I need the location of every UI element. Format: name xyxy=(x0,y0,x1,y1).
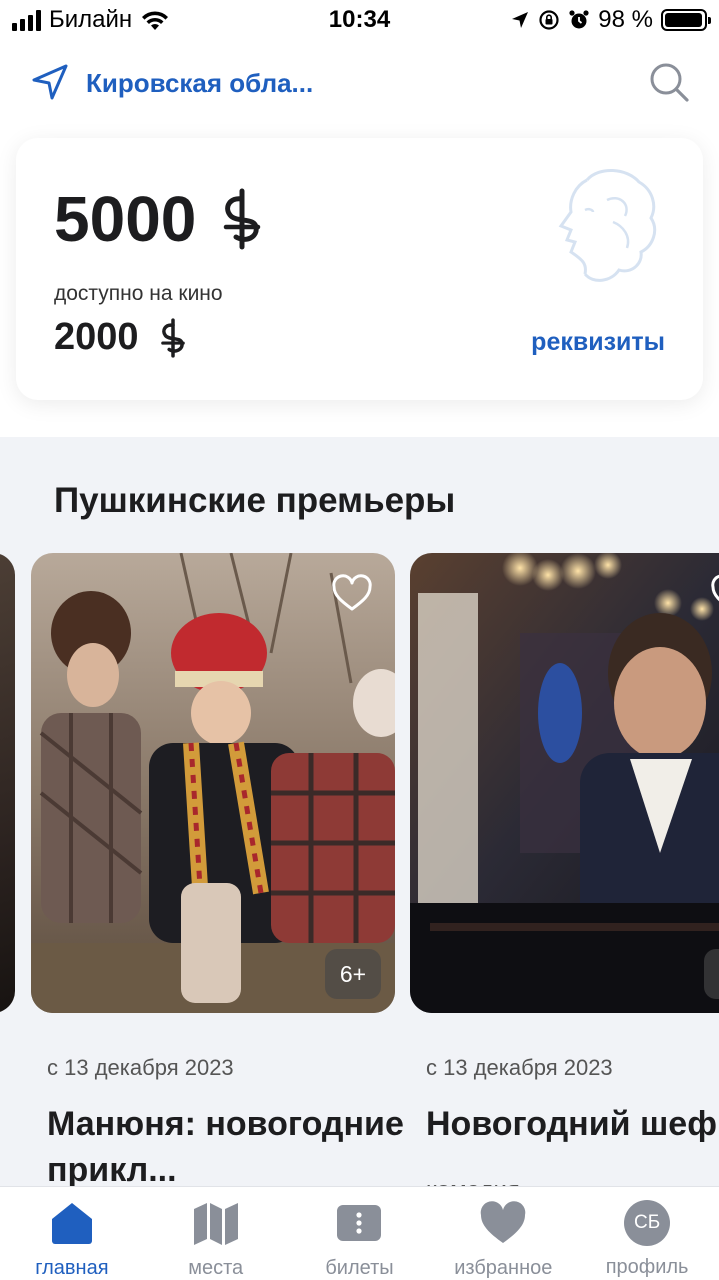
location-header: Кировская обла... xyxy=(0,56,719,108)
tab-places[interactable]: места xyxy=(144,1187,288,1280)
favorite-heart-icon[interactable] xyxy=(331,573,373,615)
premieres-carousel[interactable]: 6+ с 13 декабря 2023 Манюня: новогодние … xyxy=(0,553,719,1197)
cinema-balance-value: 2000 xyxy=(54,316,139,358)
movie-release-date: с 13 декабря 2023 xyxy=(426,1055,613,1080)
movie-poster-previous[interactable] xyxy=(0,553,15,1013)
tab-favorites[interactable]: избранное xyxy=(431,1187,575,1280)
search-icon[interactable] xyxy=(647,60,691,104)
status-right: 98 % xyxy=(510,6,711,34)
pushkin-ruble-small-icon xyxy=(160,317,185,358)
poster-image xyxy=(31,553,395,1013)
pushkin-portrait-logo xyxy=(558,168,657,282)
tab-label: билеты xyxy=(325,1257,394,1279)
section-title: Пушкинские премьеры xyxy=(54,481,456,520)
total-balance-value: 5000 xyxy=(54,183,197,255)
pushkin-ruble-icon xyxy=(224,188,261,250)
movie-title[interactable]: Новогодний шеф xyxy=(426,1101,719,1147)
tab-home[interactable]: главная xyxy=(0,1187,144,1280)
movie-poster[interactable]: 1 xyxy=(410,553,719,1013)
region-selector[interactable]: Кировская обла... xyxy=(86,68,313,99)
movie-title[interactable]: Манюня: новогодние прикл... xyxy=(47,1101,407,1193)
battery-icon xyxy=(661,9,711,31)
total-balance: 5000 xyxy=(54,182,264,256)
age-rating-badge: 6+ xyxy=(325,949,381,999)
navigation-arrow-icon[interactable] xyxy=(30,62,70,102)
premieres-section: Пушкинские премьеры 6+ с 13 декабря 2023… xyxy=(0,437,719,1197)
battery-percentage: 98 % xyxy=(598,6,653,33)
home-icon xyxy=(51,1203,92,1244)
orientation-lock-icon xyxy=(539,10,559,30)
age-rating-badge: 1 xyxy=(704,949,719,999)
ticket-icon xyxy=(337,1205,382,1241)
heart-icon xyxy=(481,1201,526,1243)
movie-release-date: с 13 декабря 2023 xyxy=(47,1055,234,1080)
tab-label: профиль xyxy=(605,1256,689,1278)
requisites-link[interactable]: реквизиты xyxy=(531,328,665,357)
tab-tickets[interactable]: билеты xyxy=(288,1187,432,1280)
movie-poster[interactable]: 6+ xyxy=(31,553,395,1013)
balance-card: 5000 доступно на кино 2000 реквизиты xyxy=(16,138,703,400)
tab-bar: главная места билеты избранное СБ профил… xyxy=(0,1186,719,1280)
tab-label: избранное xyxy=(454,1257,553,1279)
map-icon xyxy=(193,1203,238,1245)
tab-label: места xyxy=(188,1257,244,1279)
location-arrow-icon xyxy=(512,12,529,28)
poster-image xyxy=(410,553,719,1013)
alarm-icon xyxy=(569,10,589,29)
cinema-balance: 2000 xyxy=(54,316,187,359)
tab-profile[interactable]: СБ профиль xyxy=(575,1187,719,1280)
favorite-heart-icon[interactable] xyxy=(710,573,719,615)
cinema-label: доступно на кино xyxy=(54,282,223,305)
status-bar: Билайн 10:34 98 % xyxy=(0,0,719,40)
tab-label: главная xyxy=(35,1257,109,1279)
avatar: СБ xyxy=(624,1200,671,1246)
